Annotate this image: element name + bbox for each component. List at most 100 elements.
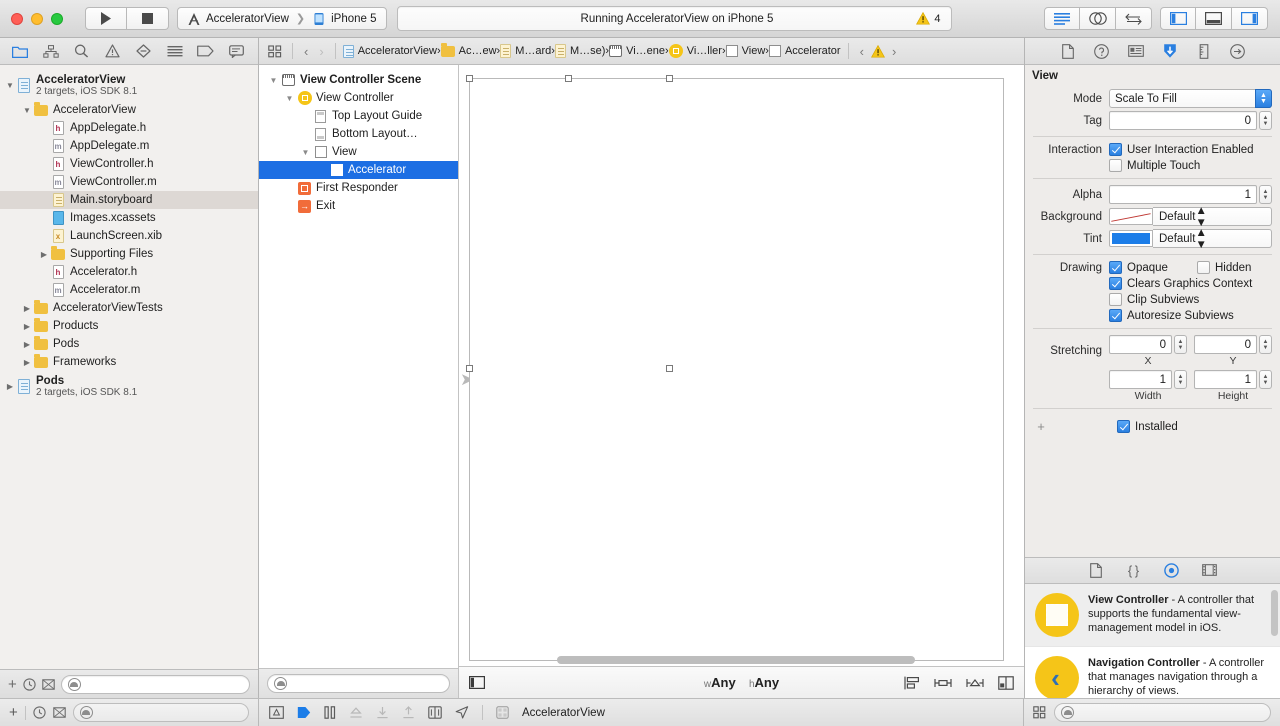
library-filter-field[interactable] <box>1054 703 1271 722</box>
outline-row-view[interactable]: ▼ View <box>259 143 458 161</box>
mode-popup[interactable]: Scale To Fill ▲ ▼ <box>1109 89 1272 108</box>
library-item-view-controller[interactable]: View Controller - A controller that supp… <box>1025 583 1280 647</box>
resize-handle-bottom-left[interactable] <box>466 365 473 372</box>
tab-media-library[interactable] <box>1199 560 1221 580</box>
autoresize-subviews-checkbox[interactable] <box>1109 309 1122 322</box>
resolve-auto-layout-icon[interactable] <box>966 676 984 690</box>
multiple-touch-checkbox-row[interactable]: Multiple Touch <box>1109 159 1200 172</box>
outline-row-bottom-layout-[interactable]: Bottom Layout… <box>259 125 458 143</box>
tab-connections-inspector[interactable] <box>1227 41 1249 61</box>
clock-icon[interactable] <box>33 706 46 719</box>
opaque-checkbox[interactable] <box>1109 261 1122 274</box>
chevron-updown-icon[interactable]: ▲ ▼ <box>1195 205 1206 229</box>
sidebar-item-test-navigator[interactable] <box>128 39 159 63</box>
canvas-horizontal-scrollbar[interactable] <box>459 653 1024 666</box>
clip-subviews-checkbox-row[interactable]: Clip Subviews <box>1109 293 1199 306</box>
minimize-window-button[interactable] <box>31 12 43 25</box>
navigator-filter-field[interactable] <box>60 674 250 694</box>
chevron-right-icon[interactable]: ▶ <box>38 250 50 259</box>
related-items-button[interactable] <box>265 44 285 58</box>
navigator-row-launchscreen-xib[interactable]: x LaunchScreen.xib <box>0 227 258 245</box>
step-into-icon[interactable] <box>376 706 389 719</box>
outline-row-exit[interactable]: → Exit <box>259 197 458 215</box>
sidebar-item-find-navigator[interactable] <box>66 39 97 63</box>
tab-identity-inspector[interactable] <box>1125 41 1147 61</box>
resize-handle-top-left[interactable] <box>466 75 473 82</box>
navigator-row-viewcontroller-h[interactable]: h ViewController.h <box>0 155 258 173</box>
stop-button[interactable] <box>127 7 169 30</box>
clears-graphics-context-checkbox[interactable] <box>1109 277 1122 290</box>
object-library-list[interactable]: View Controller - A controller that supp… <box>1025 583 1280 698</box>
clip-subviews-checkbox[interactable] <box>1109 293 1122 306</box>
breakpoint-toggle-icon[interactable] <box>269 706 284 719</box>
breadcrumb-item-7[interactable]: Accelerator <box>768 45 841 57</box>
chevron-down-icon[interactable]: ▼ <box>21 106 33 115</box>
sidebar-item-issue-navigator[interactable] <box>97 39 128 63</box>
run-button[interactable] <box>85 7 127 30</box>
navigator-row-images-xcassets[interactable]: Images.xcassets <box>0 209 258 227</box>
library-item-navigation-controller[interactable]: ‹ Navigation Controller - A controller t… <box>1025 647 1280 698</box>
warning-triangle-icon[interactable] <box>870 44 885 58</box>
resize-handle-top-right[interactable] <box>666 75 673 82</box>
chevron-updown-icon[interactable]: ▲ ▼ <box>1255 89 1272 108</box>
navigator-row-accelerator-m[interactable]: m Accelerator.m <box>0 281 258 299</box>
navigator-row-acceleratorview[interactable]: ▼ AcceleratorView 2 targets, iOS SDK 8.1 <box>0 70 258 101</box>
tab-file-inspector[interactable] <box>1057 41 1079 61</box>
next-issue-button[interactable]: › <box>888 44 900 59</box>
tag-stepper[interactable]: ▲ ▼ <box>1259 111 1272 130</box>
location-simulate-icon[interactable] <box>455 706 469 719</box>
tab-file-template-library[interactable] <box>1085 560 1107 580</box>
chevron-right-icon[interactable]: ▶ <box>21 304 33 313</box>
interface-builder-canvas[interactable]: ➤ <box>459 65 1024 666</box>
outline-row-top-layout-guide[interactable]: Top Layout Guide <box>259 107 458 125</box>
add-variation-button[interactable]: + <box>1033 419 1049 434</box>
forward-button[interactable]: › <box>315 44 327 59</box>
pause-icon[interactable] <box>324 706 336 719</box>
navigator-row-products[interactable]: ▶ Products <box>0 317 258 335</box>
alpha-field[interactable]: 1 <box>1109 185 1257 204</box>
assistant-editor-button[interactable] <box>1080 7 1116 30</box>
tab-object-library[interactable] <box>1161 560 1183 580</box>
breadcrumb-item-0[interactable]: AcceleratorView <box>342 44 437 58</box>
navigator-row-viewcontroller-m[interactable]: m ViewController.m <box>0 173 258 191</box>
toggle-navigator-button[interactable] <box>1160 7 1196 30</box>
pin-icon[interactable] <box>934 676 952 690</box>
tint-color-popup[interactable]: Default ▲ ▼ <box>1153 227 1272 251</box>
zoom-window-button[interactable] <box>51 12 63 25</box>
hidden-checkbox-row[interactable]: Hidden <box>1197 261 1251 274</box>
stretching-width-stepper[interactable]: ▲ ▼ <box>1174 370 1187 389</box>
tab-attributes-inspector[interactable] <box>1159 41 1181 61</box>
tab-code-snippet-library[interactable]: { } <box>1123 560 1145 580</box>
outline-row-accelerator[interactable]: Accelerator <box>259 161 458 179</box>
navigator-row-pods[interactable]: ▶ Pods <box>0 335 258 353</box>
navigator-row-supporting-files[interactable]: ▶ Supporting Files <box>0 245 258 263</box>
tab-quick-help-inspector[interactable] <box>1091 41 1113 61</box>
tag-field[interactable]: 0 <box>1109 111 1257 130</box>
chevron-down-icon[interactable]: ▼ <box>267 76 280 85</box>
stretching-y-field[interactable]: 0 <box>1194 335 1257 354</box>
autoresize-subviews-checkbox-row[interactable]: Autoresize Subviews <box>1109 309 1234 322</box>
chevron-right-icon[interactable]: ▶ <box>21 340 33 349</box>
issue-counter[interactable]: 4 <box>916 12 950 25</box>
installed-checkbox[interactable] <box>1117 420 1130 433</box>
canvas-scrollbar-thumb[interactable] <box>557 656 915 664</box>
document-outline[interactable]: ▼ View Controller Scene ▼ View Controller To… <box>259 65 459 698</box>
stretching-x-stepper[interactable]: ▲ ▼ <box>1174 335 1187 354</box>
standard-editor-button[interactable] <box>1044 7 1080 30</box>
breadcrumb-item-5[interactable]: Vi…ller <box>668 44 722 58</box>
user-interaction-enabled-checkbox-row[interactable]: User Interaction Enabled <box>1109 143 1254 156</box>
step-out-icon[interactable] <box>402 706 415 719</box>
add-button[interactable]: + <box>8 676 17 693</box>
resize-handle-top-center[interactable] <box>565 75 572 82</box>
navigator-row-accelerator-h[interactable]: h Accelerator.h <box>0 263 258 281</box>
scheme-name[interactable]: AcceleratorView <box>206 13 289 25</box>
sidebar-item-debug-navigator[interactable] <box>159 39 190 63</box>
chevron-down-icon[interactable]: ▼ <box>299 148 312 157</box>
navigator-bottom-filter-field[interactable] <box>72 703 249 722</box>
project-navigator-tree[interactable]: ▼ AcceleratorView 2 targets, iOS SDK 8.1 ▼ A… <box>0 65 258 669</box>
background-color-swatch[interactable] <box>1109 208 1153 225</box>
stretching-y-stepper[interactable]: ▲ ▼ <box>1259 335 1272 354</box>
sidebar-item-project-navigator[interactable] <box>4 39 35 63</box>
navigator-row-main-storyboard[interactable]: Main.storyboard <box>0 191 258 209</box>
navigator-row-appdelegate-m[interactable]: m AppDelegate.m <box>0 137 258 155</box>
